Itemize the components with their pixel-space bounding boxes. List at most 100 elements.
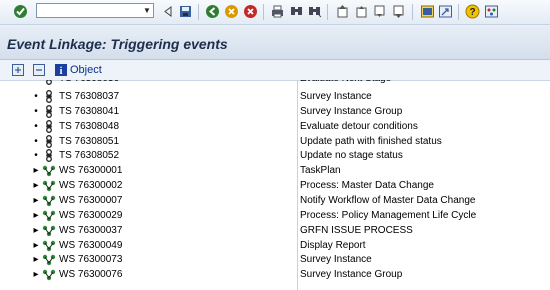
collapse-subtree-icon	[33, 64, 45, 76]
workflow-icon	[42, 179, 56, 192]
task-description: Survey Instance	[300, 254, 372, 266]
last-page-icon[interactable]	[391, 4, 406, 19]
tree-row[interactable]: ▸ WS 76300037 GRFN ISSUE PROCESS	[0, 223, 550, 238]
object-button[interactable]: i Object	[55, 63, 102, 77]
workflow-icon	[42, 164, 56, 177]
expand-arrow-icon[interactable]: ▸	[32, 193, 40, 208]
task-id[interactable]: WS 76300049	[59, 238, 122, 253]
application-toolbar: i Object	[0, 60, 550, 81]
task-description: Survey Instance	[300, 91, 372, 102]
object-button-label: Object	[70, 64, 102, 76]
task-icon	[42, 90, 56, 103]
tree-row[interactable]: • TS 76308041 Survey Instance Group	[0, 104, 550, 119]
tree-row[interactable]: • TS 76308051 Update path with finished st…	[0, 134, 550, 149]
task-description: Evaluate detour conditions	[300, 120, 418, 132]
task-id[interactable]: WS 76300037	[59, 223, 122, 238]
workflow-icon	[42, 194, 56, 207]
shortcut-icon[interactable]	[438, 4, 453, 19]
expand-subtree-button[interactable]	[12, 63, 24, 77]
customize-layout-icon[interactable]	[484, 4, 499, 19]
expand-arrow-icon[interactable]: ▸	[32, 252, 40, 267]
first-page-icon[interactable]	[335, 4, 350, 19]
task-description: Process: Policy Management Life Cycle	[300, 209, 477, 221]
tree-row[interactable]: ▸ WS 76300002 Process: Master Data Change	[0, 178, 550, 193]
leaf-bullet: •	[32, 80, 40, 86]
task-description: Process: Master Data Change	[300, 180, 434, 192]
tree-row[interactable]: ▸ WS 76300073 Survey Instance	[0, 252, 550, 267]
svg-text:i: i	[60, 66, 63, 76]
task-icon	[42, 104, 56, 118]
leaf-bullet: •	[34, 135, 38, 147]
toolbar-separator	[327, 4, 328, 20]
expand-arrow-icon[interactable]: ▸	[32, 163, 40, 178]
toolbar-separator	[198, 4, 199, 20]
task-icon	[42, 134, 56, 148]
tree-row[interactable]: ▸ WS 76300001 TaskPlan	[0, 163, 550, 178]
task-id[interactable]: WS 76300029	[59, 208, 122, 223]
tree-row[interactable]: ▸ WS 76300076 Survey Instance Group	[0, 267, 550, 282]
task-description: TaskPlan	[300, 165, 341, 177]
print-icon[interactable]	[270, 4, 285, 19]
next-page-icon[interactable]	[372, 4, 387, 19]
task-id[interactable]: TS 76308052	[59, 148, 119, 163]
tree-row[interactable]: • TS 76308048 Evaluate detour conditions	[0, 119, 550, 134]
collapse-left-icon[interactable]	[161, 4, 176, 19]
leaf-bullet: •	[34, 150, 38, 162]
workflow-icon	[42, 224, 56, 237]
expand-arrow-icon[interactable]: ▸	[32, 238, 40, 253]
task-id[interactable]: WS 76300002	[59, 178, 122, 193]
workflow-icon	[42, 268, 56, 281]
system-toolbar: ▼ ?	[0, 0, 550, 25]
tree-row[interactable]: ▸ WS 76300007 Notify Workflow of Master Da…	[0, 193, 550, 208]
title-bar: Event Linkage: Triggering events	[0, 25, 550, 60]
task-id[interactable]: TS 76308041	[59, 104, 119, 119]
task-description: Display Report	[300, 239, 366, 251]
new-session-icon[interactable]	[420, 4, 435, 19]
task-id[interactable]: WS 76300007	[59, 193, 122, 208]
command-field[interactable]	[36, 3, 154, 18]
tree-row[interactable]: ▸ WS 76300029 Process: Policy Management L…	[0, 208, 550, 223]
task-icon	[42, 149, 56, 163]
tree-row[interactable]: • TS 76308036 Evaluate Next Stage	[0, 80, 550, 86]
task-description: Update no stage status	[300, 150, 403, 162]
tree-row[interactable]: • TS 76308052 Update no stage status	[0, 148, 550, 163]
toolbar-separator	[412, 4, 413, 20]
expand-arrow-icon[interactable]: ▸	[32, 208, 40, 223]
task-id[interactable]: WS 76300076	[59, 267, 122, 282]
find-next-icon[interactable]	[307, 4, 322, 19]
task-description: Notify Workflow of Master Data Change	[300, 194, 476, 206]
leaf-bullet: •	[34, 120, 38, 132]
task-description: Evaluate Next Stage	[300, 80, 391, 86]
task-id[interactable]: TS 76308036	[59, 80, 119, 86]
task-id[interactable]: TS 76308051	[59, 134, 119, 149]
expand-arrow-icon[interactable]: ▸	[32, 267, 40, 282]
task-description: GRFN ISSUE PROCESS	[300, 224, 413, 236]
workflow-icon	[42, 253, 56, 266]
back-icon[interactable]	[205, 4, 220, 19]
task-id[interactable]: WS 76300001	[59, 163, 122, 178]
cancel-icon[interactable]	[243, 4, 258, 19]
expand-arrow-icon[interactable]: ▸	[32, 223, 40, 238]
event-linkage-tree[interactable]: • TS 76308036 Evaluate Next Stage • TS 76308…	[0, 80, 550, 290]
task-icon	[42, 119, 56, 133]
task-id[interactable]: TS 76308048	[59, 119, 119, 134]
enter-icon[interactable]	[13, 4, 28, 19]
task-id[interactable]: TS 76308037	[59, 89, 119, 104]
expand-subtree-icon	[12, 64, 24, 76]
task-description: Survey Instance Group	[300, 269, 403, 281]
save-icon[interactable]	[178, 4, 193, 19]
chevron-down-icon[interactable]: ▼	[141, 4, 153, 17]
task-id[interactable]: WS 76300073	[59, 252, 122, 267]
expand-arrow-icon[interactable]: ▸	[32, 178, 40, 193]
task-description: Update path with finished status	[300, 135, 442, 147]
tree-row[interactable]: • TS 76308037 Survey Instance	[0, 89, 550, 104]
find-icon[interactable]	[289, 4, 304, 19]
exit-icon[interactable]	[224, 4, 239, 19]
task-icon	[42, 80, 56, 85]
help-icon[interactable]: ?	[465, 4, 480, 19]
collapse-subtree-button[interactable]	[33, 63, 45, 77]
tree-row[interactable]: ▸ WS 76300049 Display Report	[0, 238, 550, 253]
workflow-icon	[42, 239, 56, 252]
info-icon: i	[55, 64, 67, 76]
previous-page-icon[interactable]	[354, 4, 369, 19]
